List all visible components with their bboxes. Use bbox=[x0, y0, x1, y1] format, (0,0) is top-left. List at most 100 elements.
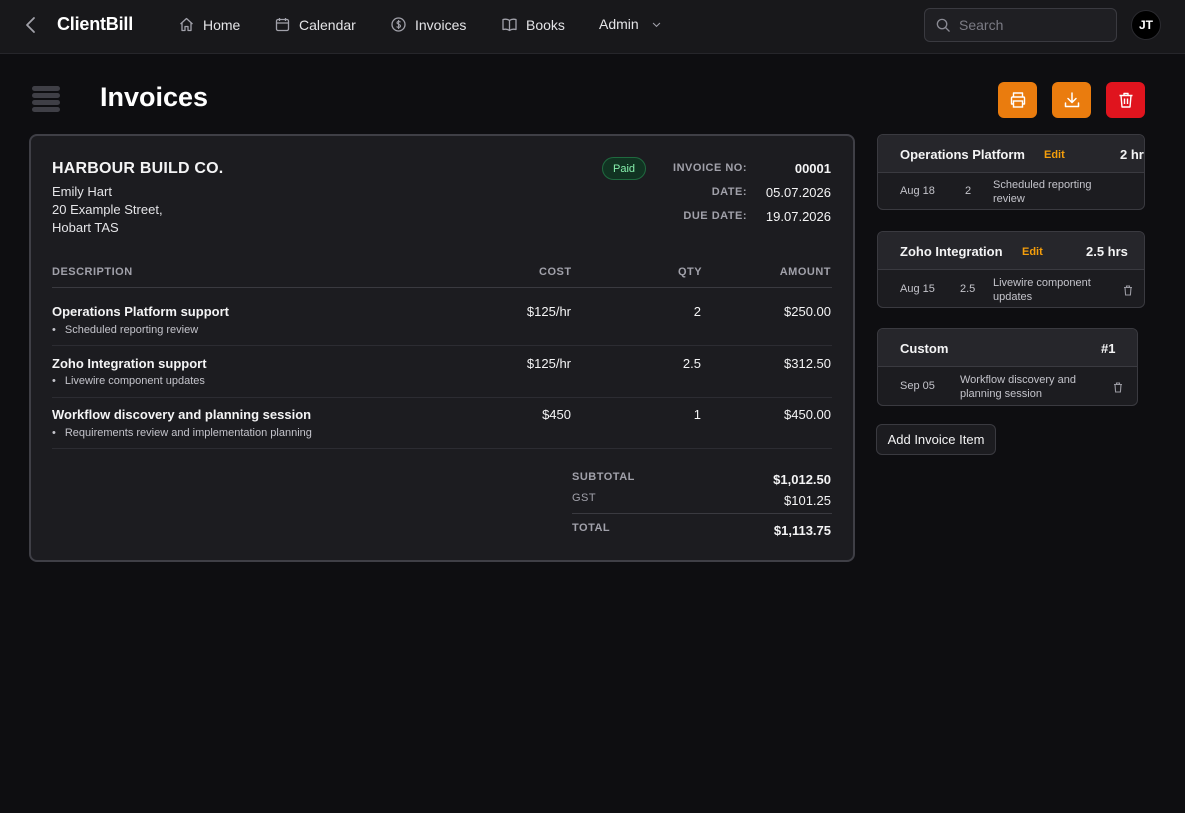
entry-date: Aug 18 bbox=[900, 185, 935, 197]
home-icon bbox=[180, 17, 193, 32]
search-input[interactable] bbox=[959, 17, 1109, 33]
invoice-date-label: DATE: bbox=[711, 186, 747, 198]
nav-calendar[interactable]: Calendar bbox=[274, 16, 356, 33]
top-navbar: ClientBill Home Calendar Invoices Books … bbox=[0, 0, 1185, 54]
nav-books[interactable]: Books bbox=[501, 16, 565, 33]
page-title: Invoices bbox=[100, 82, 209, 112]
row-divider bbox=[52, 448, 832, 449]
line-item-title: Zoho Integration support bbox=[52, 356, 207, 371]
brand-logo[interactable]: ClientBill bbox=[57, 14, 133, 35]
column-header-qty: QTY bbox=[678, 266, 703, 278]
panel-header: Zoho Integration Edit 2.5 hrs bbox=[878, 232, 1144, 270]
totals-divider bbox=[572, 513, 832, 514]
gst-value: $101.25 bbox=[784, 493, 831, 508]
sidebar-toggle-button[interactable] bbox=[32, 86, 60, 114]
line-item-amount: $450.00 bbox=[784, 407, 831, 422]
total-value: $1,113.75 bbox=[773, 523, 831, 538]
column-header-cost: COST bbox=[539, 266, 572, 278]
client-address-line1: 20 Example Street, bbox=[52, 202, 163, 217]
row-divider bbox=[52, 345, 832, 346]
line-item-note: Requirements review and implementation p… bbox=[52, 427, 312, 439]
menu-bar bbox=[32, 86, 60, 91]
delete-button[interactable] bbox=[1106, 82, 1145, 118]
add-invoice-item-button[interactable]: Add Invoice Item bbox=[876, 424, 996, 455]
user-avatar[interactable]: JT bbox=[1131, 10, 1161, 40]
nav-home-label: Home bbox=[203, 16, 241, 33]
line-item-amount: $312.50 bbox=[784, 356, 831, 371]
column-header-amount: AMOUNT bbox=[779, 266, 831, 278]
panel-title: Custom bbox=[900, 341, 949, 356]
menu-bar bbox=[32, 107, 60, 112]
invoice-number-label: INVOICE NO: bbox=[673, 162, 747, 174]
time-group-custom: Custom #1 Sep 05 Workflow discovery and … bbox=[877, 328, 1138, 406]
entry-description: Workflow discovery and planning session bbox=[960, 374, 1076, 400]
client-company: HARBOUR BUILD CO. bbox=[52, 160, 224, 177]
delete-entry-icon[interactable] bbox=[1113, 382, 1123, 393]
panel-hours: 2 hrs bbox=[1120, 147, 1144, 162]
nav-admin-label: Admin bbox=[599, 16, 639, 32]
invoice-due-label: DUE DATE: bbox=[683, 210, 747, 222]
client-address-line2: Hobart TAS bbox=[52, 220, 119, 235]
client-contact: Emily Hart bbox=[52, 184, 112, 199]
edit-link[interactable]: Edit bbox=[1044, 149, 1065, 161]
nav-invoices[interactable]: Invoices bbox=[390, 16, 466, 33]
entry-qty: 2 bbox=[965, 185, 972, 197]
panel-hours: #1 bbox=[1101, 341, 1116, 356]
total-label: TOTAL bbox=[572, 522, 611, 534]
edit-link[interactable]: Edit bbox=[1022, 246, 1043, 258]
calendar-icon bbox=[275, 18, 290, 32]
trash-icon bbox=[1119, 92, 1132, 108]
header-divider bbox=[52, 287, 832, 288]
line-item-cost: $125/hr bbox=[526, 356, 571, 371]
nav-admin-dropdown[interactable]: Admin bbox=[599, 16, 663, 32]
line-item-title: Workflow discovery and planning session bbox=[52, 407, 312, 422]
time-group-operations-platform: Operations Platform Edit 2 hrs Aug 18 2 … bbox=[877, 134, 1145, 210]
subtotal-value: $1,012.50 bbox=[773, 472, 831, 487]
print-button[interactable] bbox=[998, 82, 1037, 118]
time-group-zoho-integration: Zoho Integration Edit 2.5 hrs Aug 15 2.5… bbox=[877, 231, 1145, 308]
line-item-cost: $450 bbox=[542, 407, 571, 422]
printer-icon bbox=[1010, 92, 1025, 108]
menu-bar bbox=[32, 93, 60, 98]
invoice-due-date: 19.07.2026 bbox=[765, 209, 831, 224]
line-item-qty: 2.5 bbox=[682, 356, 701, 371]
subtotal-label: SUBTOTAL bbox=[572, 471, 635, 483]
nav-home[interactable]: Home bbox=[178, 16, 240, 33]
line-item-note: Livewire component updates bbox=[52, 375, 205, 387]
panel-title: Zoho Integration bbox=[900, 244, 1003, 259]
line-item-qty: 1 bbox=[693, 407, 701, 422]
download-icon bbox=[1064, 92, 1079, 108]
panel-header: Operations Platform Edit 2 hrs bbox=[878, 135, 1144, 173]
line-item-note: Scheduled reporting review bbox=[52, 324, 198, 336]
entry-qty: 2.5 bbox=[960, 283, 976, 295]
nav-books-label: Books bbox=[526, 16, 565, 33]
nav-calendar-label: Calendar bbox=[299, 16, 356, 33]
entry-description: Scheduled reporting review bbox=[993, 179, 1092, 205]
invoice-card: HARBOUR BUILD CO. Emily Hart 20 Example … bbox=[29, 134, 855, 562]
back-arrow-icon[interactable] bbox=[22, 15, 40, 35]
download-button[interactable] bbox=[1052, 82, 1091, 118]
search-icon bbox=[936, 18, 950, 32]
row-divider bbox=[52, 397, 832, 398]
invoice-date: 05.07.2026 bbox=[765, 185, 831, 200]
book-icon bbox=[502, 18, 517, 32]
line-item-cost: $125/hr bbox=[526, 304, 571, 319]
line-item-title: Operations Platform support bbox=[52, 304, 229, 319]
line-item-amount: $250.00 bbox=[784, 304, 831, 319]
delete-entry-icon[interactable] bbox=[1123, 285, 1133, 296]
entry-date: Aug 15 bbox=[900, 283, 935, 295]
panel-title: Operations Platform bbox=[900, 147, 1025, 162]
invoice-number: 00001 bbox=[794, 161, 831, 176]
chevron-down-icon bbox=[652, 22, 661, 27]
line-item-qty: 2 bbox=[693, 304, 701, 319]
gst-label: GST bbox=[572, 492, 597, 504]
panel-header: Custom #1 bbox=[878, 329, 1137, 367]
menu-bar bbox=[32, 100, 60, 105]
entry-description: Livewire component updates bbox=[993, 277, 1091, 303]
entry-date: Sep 05 bbox=[900, 380, 935, 392]
column-header-description: DESCRIPTION bbox=[52, 266, 133, 278]
search-box[interactable] bbox=[924, 8, 1117, 42]
status-badge: Paid bbox=[602, 157, 647, 180]
dollar-circle-icon bbox=[391, 17, 406, 32]
nav-invoices-label: Invoices bbox=[415, 16, 467, 33]
